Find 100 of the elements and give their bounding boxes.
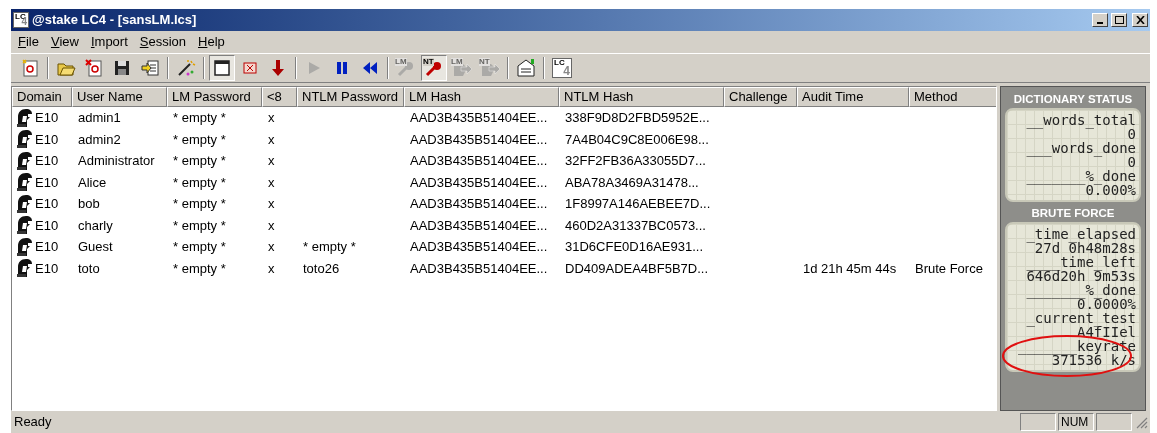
user-icon — [15, 193, 35, 214]
menu-item[interactable]: Help — [193, 32, 230, 52]
magic-wand-icon — [176, 58, 196, 78]
column-header[interactable]: <8 — [262, 87, 297, 107]
save-icon — [112, 58, 132, 78]
user-icon — [15, 258, 35, 279]
column-header[interactable]: Method — [909, 87, 996, 107]
user-icon — [15, 236, 35, 257]
lcd-value: 0 — [1127, 155, 1136, 169]
table-row[interactable]: E10 toto * empty * x toto26 AAD3B435B51404EE... DD409ADEA4BF5B7D... 1d 21h 45m 44s Brute Force — [12, 257, 996, 279]
panel-title: BRUTE FORCE — [1030, 206, 1116, 221]
table-cell-text: ABA78A3469A31478... — [565, 173, 699, 192]
column-header[interactable]: Domain — [12, 87, 72, 107]
logo-text: LC — [554, 59, 565, 67]
column-header[interactable]: User Name — [72, 87, 167, 107]
toolbar-button[interactable]: NT — [421, 55, 447, 81]
table-cell-text: 460D2A31337BC0573... — [565, 216, 706, 235]
table-cell-text: DD409ADEA4BF5B7D... — [565, 259, 709, 278]
window-icon — [212, 58, 232, 78]
table-cell-text: * empty * — [173, 109, 226, 127]
table-row[interactable]: E10 charly * empty * x AAD3B435B51404EE... 460D2A31337BC0573... — [12, 214, 996, 236]
menu-item[interactable]: View — [45, 32, 84, 52]
table-cell-text: E10 — [35, 195, 59, 213]
table-cell-text: AAD3B435B51404EE... — [410, 173, 548, 192]
menu-item[interactable]: Import — [85, 32, 133, 52]
close-button[interactable] — [1132, 13, 1148, 27]
table-cell-text: 32FF2FB36A33055D7... — [565, 152, 706, 170]
column-header[interactable]: NTLM Hash — [559, 87, 724, 107]
lcd-label: _current_test — [1026, 311, 1136, 325]
toolbar-button[interactable] — [209, 55, 235, 81]
icon-label: LM — [451, 58, 463, 66]
minimize-button[interactable] — [1092, 13, 1108, 27]
icon-label: LM — [395, 58, 407, 66]
lcd-value: 646d20h 9m53s — [1026, 269, 1136, 283]
table-cell-text: * empty * — [173, 238, 226, 256]
user-icon — [15, 215, 35, 236]
menu-item[interactable]: Session — [134, 32, 192, 52]
table-cell-text: E10 — [35, 259, 59, 278]
table-cell-text: x — [268, 173, 275, 192]
table-cell-text: AAD3B435B51404EE... — [410, 259, 548, 278]
lcd-value: 0 — [1127, 127, 1136, 141]
logo-text: 4 — [21, 17, 27, 27]
table-cell-text: E10 — [35, 216, 59, 235]
table-cell-text: 338F9D8D2FBD5952E... — [565, 109, 710, 127]
lcd-value: 0.000% — [1085, 183, 1136, 197]
table-cell-text: 31D6CFE0D16AE931... — [565, 238, 704, 256]
table-row[interactable]: E10 Guest * empty * x * empty * AAD3B435B51404EE... 31D6CFE0D16AE931... — [12, 236, 996, 258]
table-cell-text: admin2 — [78, 130, 121, 149]
table-cell-text: AAD3B435B51404EE... — [410, 109, 548, 127]
table-row[interactable]: E10 Alice * empty * x AAD3B435B51404EE... ABA78A3469A31478... — [12, 171, 996, 193]
column-header[interactable]: NTLM Password — [297, 87, 404, 107]
icon-label: NT — [479, 58, 490, 66]
column-header[interactable]: Audit Time — [797, 87, 909, 107]
status-indicator — [1020, 413, 1056, 431]
table-cell-text: * empty * — [173, 130, 226, 149]
table-cell-text: E10 — [35, 130, 59, 149]
column-header[interactable]: Challenge — [724, 87, 797, 107]
table-cell-text: Administrator — [78, 152, 155, 170]
resize-grip-icon — [1134, 415, 1148, 429]
lcd-label: ___words_done — [1026, 141, 1136, 155]
table-row[interactable]: E10 admin1 * empty * x AAD3B435B51404EE... 338F9D8D2FBD5952E... — [12, 107, 996, 129]
table-cell-text: 7A4B04C9C8E006E98... — [565, 130, 709, 149]
lcd-label: _______%_done — [1026, 169, 1136, 183]
table-cell-text: * empty * — [173, 259, 226, 278]
report-icon — [516, 58, 536, 78]
table-cell-text: AAD3B435B51404EE... — [410, 130, 548, 149]
table-cell-text: x — [268, 216, 275, 235]
table-cell-text: 1F8997A146AEBEE7D... — [565, 195, 711, 213]
table-cell-text: AAD3B435B51404EE... — [410, 216, 548, 235]
minimize-icon — [1097, 21, 1103, 24]
lcd-label: _______%_done — [1026, 283, 1136, 297]
table-cell-text: AAD3B435B51404EE... — [410, 238, 548, 256]
import-icon — [140, 58, 160, 78]
table-cell-text: x — [268, 152, 275, 170]
column-header[interactable]: LM Hash — [404, 87, 559, 107]
table-cell-text: * empty * — [173, 216, 226, 235]
maximize-icon — [1114, 16, 1124, 24]
user-icon — [15, 172, 35, 193]
table-cell-text: E10 — [35, 238, 59, 256]
table-cell-text: AAD3B435B51404EE... — [410, 195, 548, 213]
table-cell-text: toto — [78, 259, 100, 278]
table-cell-text: * empty * — [173, 152, 226, 170]
table-cell-text: E10 — [35, 152, 59, 170]
table-cell-text: bob — [78, 195, 100, 213]
status-indicator — [1096, 413, 1132, 431]
table-row[interactable]: E10 Administrator * empty * x AAD3B435B51404EE... 32FF2FB36A33055D7... — [12, 150, 996, 172]
column-header[interactable]: LM Password — [167, 87, 262, 107]
user-icon — [15, 129, 35, 150]
table-row[interactable]: E10 admin2 * empty * x AAD3B435B51404EE... 7A4B04C9C8E006E98... — [12, 128, 996, 150]
menu-item[interactable]: File — [13, 32, 44, 52]
table-cell-text: Brute Force — [915, 259, 983, 278]
table-cell-text: Guest — [78, 238, 113, 256]
close-icon — [1135, 16, 1145, 24]
user-icon — [15, 150, 35, 171]
lcd-label: _time_elapsed — [1026, 227, 1136, 241]
table-cell-text: * empty * — [173, 195, 226, 213]
table-row[interactable]: E10 bob * empty * x AAD3B435B51404EE... 1F8997A146AEBEE7D... — [12, 193, 996, 215]
window-title: @stake LC4 - [sansLM.lcs] — [32, 11, 197, 30]
delete-document-icon — [84, 58, 104, 78]
maximize-button[interactable] — [1111, 13, 1127, 27]
